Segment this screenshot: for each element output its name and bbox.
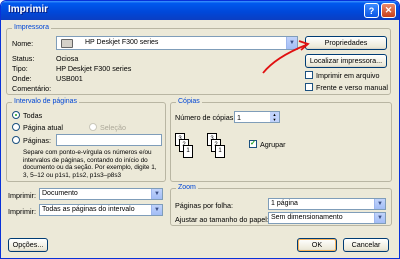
current-page-radio[interactable] — [12, 123, 20, 131]
pages-help-text: Separe com ponto-e-vírgula os números e/… — [23, 149, 157, 179]
manual-duplex-checkbox[interactable] — [305, 83, 313, 91]
print-pages-label: Imprimir: — [8, 207, 36, 216]
printer-where-label: Onde: — [12, 74, 32, 83]
printer-name-value: HP Deskjet F300 series — [85, 39, 159, 46]
print-what-label: Imprimir: — [8, 191, 36, 200]
pages-input[interactable] — [56, 134, 162, 146]
scale-to-paper-select[interactable]: Sem dimensionamento ▼ — [268, 212, 386, 224]
window-title: Imprimir — [8, 4, 49, 15]
scale-to-paper-label: Ajustar ao tamanho do papel: — [175, 215, 269, 224]
all-pages-label: Todas — [23, 111, 43, 120]
all-pages-radio[interactable] — [12, 111, 20, 119]
print-what-select[interactable]: Documento ▼ — [39, 188, 163, 200]
selection-label: Seleção — [100, 123, 126, 132]
printer-comment-label: Comentário: — [12, 84, 52, 93]
print-to-file-checkbox[interactable] — [305, 71, 313, 79]
print-pages-select[interactable]: Todas as páginas do intervalo ▼ — [39, 204, 163, 216]
options-button[interactable]: Opções... — [8, 238, 48, 252]
printer-status-label: Status: — [12, 54, 35, 63]
zoom-group-label: Zoom — [176, 184, 198, 191]
scale-to-paper-dropdown-arrow-icon[interactable]: ▼ — [374, 213, 385, 223]
pages-per-sheet-value: 1 página — [271, 200, 298, 207]
printer-group-label: Impressora — [12, 24, 52, 31]
title-bar[interactable]: Imprimir ? ✕ — [1, 1, 399, 20]
printer-status-value: Ociosa — [56, 54, 79, 63]
collate-checkbox[interactable]: ✓ — [249, 140, 257, 148]
copies-count-value: 1 — [237, 113, 241, 122]
properties-button[interactable]: Propriedades — [305, 36, 387, 50]
collate-label: Agrupar — [260, 140, 286, 149]
print-dialog: Imprimir ? ✕ Impressora Nome: HP Deskjet… — [0, 0, 400, 259]
printer-type-value: HP Deskjet F300 series — [56, 64, 132, 73]
collate-icon: 3 2 1 3 2 1 — [175, 133, 245, 173]
print-what-value: Documento — [42, 190, 78, 197]
pages-label: Páginas: — [23, 136, 51, 145]
printer-name-label: Nome: — [12, 39, 34, 48]
copies-count-input[interactable]: 1 ▲ ▼ — [234, 111, 280, 123]
pages-per-sheet-label: Páginas por folha: — [175, 201, 233, 210]
page-range-group-label: Intervalo de páginas — [12, 98, 80, 105]
print-pages-dropdown-arrow-icon[interactable]: ▼ — [151, 205, 162, 215]
print-pages-value: Todas as páginas do intervalo — [42, 206, 135, 213]
selection-radio[interactable] — [89, 123, 97, 131]
copies-count-label: Número de cópias: — [175, 113, 236, 122]
printer-type-label: Tipo: — [12, 64, 28, 73]
cancel-button[interactable]: Cancelar — [343, 238, 389, 252]
pages-per-sheet-dropdown-arrow-icon[interactable]: ▼ — [374, 199, 385, 209]
close-button[interactable]: ✕ — [381, 3, 396, 18]
scale-to-paper-value: Sem dimensionamento — [271, 214, 343, 221]
printer-name-dropdown-arrow-icon[interactable]: ▼ — [286, 37, 297, 49]
copies-spin-down-icon[interactable]: ▼ — [270, 117, 279, 122]
find-printer-button[interactable]: Localizar impressora... — [305, 54, 387, 68]
current-page-label: Página atual — [23, 123, 63, 132]
manual-duplex-label: Frente e verso manual — [316, 83, 388, 92]
help-button[interactable]: ? — [364, 3, 379, 18]
print-to-file-label: Imprimir em arquivo — [316, 71, 380, 80]
ok-button[interactable]: OK — [297, 238, 337, 252]
copies-group-label: Cópias — [176, 98, 202, 105]
pages-radio[interactable] — [12, 136, 20, 144]
pages-per-sheet-select[interactable]: 1 página ▼ — [268, 198, 386, 210]
print-what-dropdown-arrow-icon[interactable]: ▼ — [151, 189, 162, 199]
printer-where-value: USB001 — [56, 74, 83, 83]
printer-name-select[interactable]: HP Deskjet F300 series ▼ — [56, 36, 298, 50]
printer-icon — [61, 39, 73, 48]
